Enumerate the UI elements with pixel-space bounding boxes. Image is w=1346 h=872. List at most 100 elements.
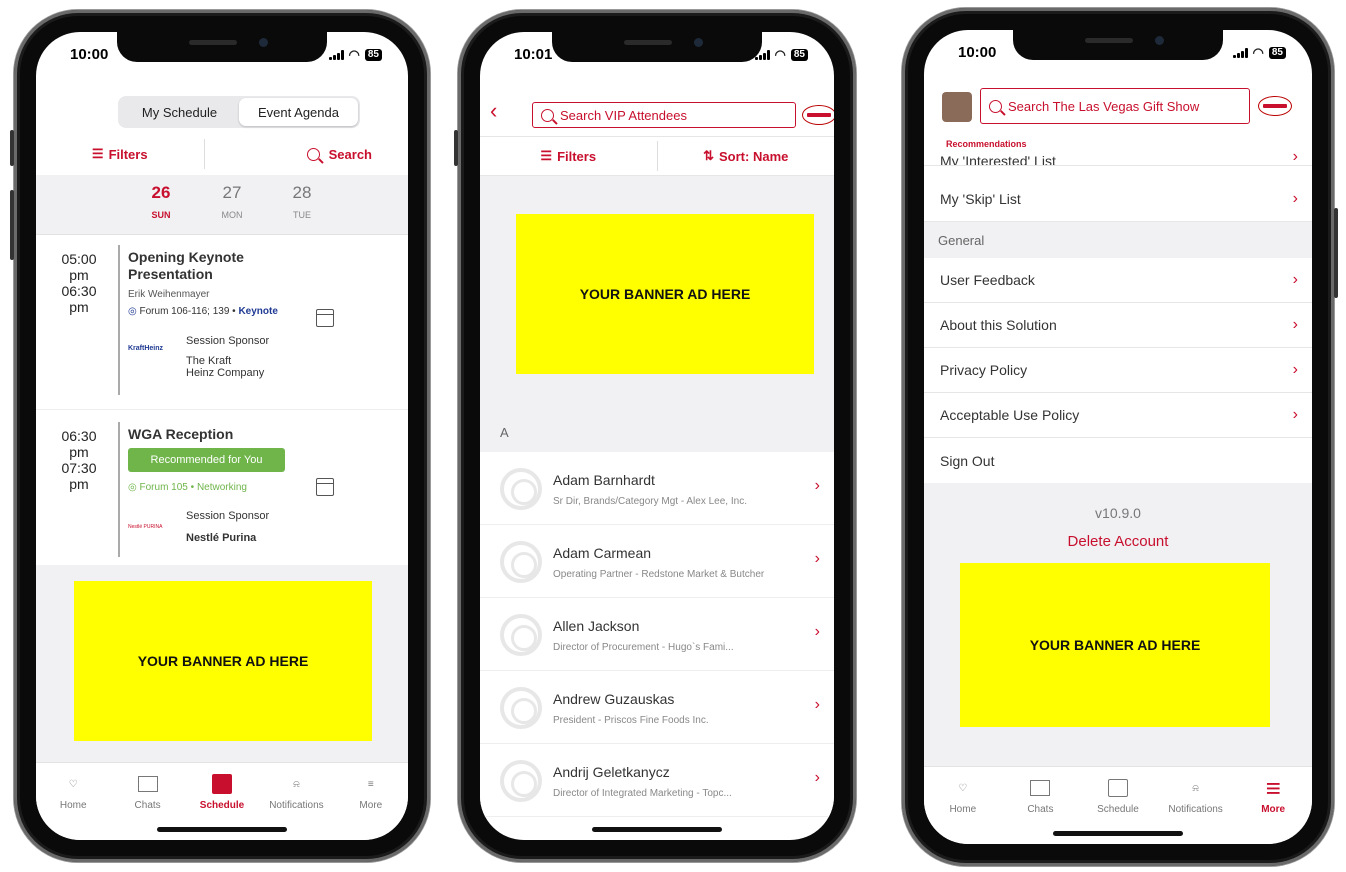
date-number: 27 xyxy=(222,183,242,202)
status-time: 10:01 xyxy=(514,46,553,63)
add-to-calendar-icon[interactable] xyxy=(316,478,334,496)
attendee-title: Sr Dir, Brands/Category Mgt - Alex Lee, … xyxy=(553,496,747,507)
vip-search-input[interactable]: Search VIP Attendees xyxy=(532,102,796,128)
chat-icon xyxy=(1028,777,1052,799)
general-section-header: General xyxy=(924,222,1312,258)
bell-icon: ⍾ xyxy=(1192,782,1199,794)
chevron-right-icon: › xyxy=(814,550,820,567)
recommended-badge: Recommended for You xyxy=(128,448,285,472)
screen: 10:01 ◠ 85 ‹ Search VIP Attendees ☰ Filt… xyxy=(480,32,834,840)
back-chevron-icon[interactable]: ‹ xyxy=(490,98,497,124)
screen: 10:00 ◠ 85 My Schedule Event Agenda ☰ Fi… xyxy=(36,32,408,840)
home-indicator xyxy=(1053,831,1183,836)
menu-icon: ≡ xyxy=(367,778,374,790)
banner-area: YOUR BANNER AD HERE xyxy=(36,565,408,765)
menu-item-privacy-policy[interactable]: Privacy Policy › xyxy=(924,348,1312,393)
location-pin-icon: ◎ xyxy=(128,306,137,317)
date-28[interactable]: 28 TUE xyxy=(282,183,322,220)
filters-button[interactable]: ☰ Filters xyxy=(480,148,657,164)
search-placeholder: Search VIP Attendees xyxy=(560,107,687,123)
date-day: MON xyxy=(221,210,243,220)
session-time: 05:00 pm 06:30 pm xyxy=(61,251,97,315)
banner-ad[interactable]: YOUR BANNER AD HERE xyxy=(516,214,814,374)
user-avatar[interactable] xyxy=(942,92,972,122)
interested-list-item[interactable]: My 'Interested' List xyxy=(940,153,1056,165)
app-version: v10.9.0 xyxy=(1095,505,1141,521)
session-title: WGA Reception xyxy=(128,426,234,442)
tab-more[interactable]: ≡ More xyxy=(1234,773,1312,844)
chevron-right-icon: › xyxy=(814,696,820,713)
search-button[interactable]: Search xyxy=(205,147,409,162)
chevron-right-icon: › xyxy=(1292,190,1298,207)
battery-icon: 85 xyxy=(790,49,808,61)
attendee-row[interactable]: Allen Jackson Director of Procurement - … xyxy=(480,598,834,671)
session-speaker: Erik Weihenmayer xyxy=(128,289,210,300)
home-indicator xyxy=(592,827,722,832)
handshake-icon: ♡ xyxy=(958,782,968,794)
schedule-segmented-control: My Schedule Event Agenda xyxy=(118,96,360,128)
attendee-row[interactable]: Adam Barnhardt Sr Dir, Brands/Category M… xyxy=(480,452,834,525)
nestle-purina-logo: Nestlé PURINA xyxy=(128,524,163,530)
session-location: ◎ Forum 105 • Networking xyxy=(128,482,247,493)
show-search-input[interactable]: Search The Las Vegas Gift Show xyxy=(980,88,1250,124)
status-time: 10:00 xyxy=(70,46,109,63)
location-pin-icon: ◎ xyxy=(128,482,137,493)
side-button xyxy=(10,130,14,166)
tab-home[interactable]: ♡ Home xyxy=(36,773,110,840)
menu-item-acceptable-use[interactable]: Acceptable Use Policy › xyxy=(924,393,1312,438)
session-card[interactable]: 05:00 pm 06:30 pm Opening Keynote Presentat… xyxy=(36,235,408,410)
tab-more[interactable]: ≡ More xyxy=(334,773,408,840)
filters-button[interactable]: ☰ Filters xyxy=(36,146,204,162)
date-26[interactable]: 26 SUN xyxy=(141,183,181,220)
filters-label: Filters xyxy=(108,146,148,162)
chevron-right-icon: › xyxy=(1292,361,1298,378)
date-27[interactable]: 27 MON xyxy=(212,183,252,220)
wifi-icon: ◠ xyxy=(774,47,786,62)
attendee-title: President - Priscos Fine Foods Inc. xyxy=(553,715,709,726)
avatar-placeholder-icon xyxy=(500,541,542,583)
segment-my-schedule[interactable]: My Schedule xyxy=(120,98,239,126)
sign-out-button[interactable]: Sign Out xyxy=(924,438,1312,483)
show-logo-icon xyxy=(802,105,834,125)
calendar-icon xyxy=(1106,777,1130,799)
calendar-icon xyxy=(210,773,234,795)
sponsor-name: Nestlé Purina xyxy=(186,532,257,544)
kraft-heinz-logo: KraftHeinz xyxy=(128,345,164,352)
search-label: Search xyxy=(328,146,372,162)
delete-account-button[interactable]: Delete Account xyxy=(924,533,1312,550)
sponsor-label: Session Sponsor xyxy=(186,510,270,522)
avatar-placeholder-icon xyxy=(500,614,542,656)
attendee-row[interactable]: Andrij Geletkanycz Director of Integrate… xyxy=(480,744,834,817)
date-selector: 26 SUN 27 MON 28 TUE xyxy=(36,175,408,235)
search-icon xyxy=(989,99,1002,113)
attendee-row[interactable]: Adam Carmean Operating Partner - Redston… xyxy=(480,525,834,598)
section-header-a: A xyxy=(480,412,834,452)
home-indicator xyxy=(157,827,287,832)
chevron-right-icon: › xyxy=(1292,271,1298,288)
side-button xyxy=(1334,208,1338,298)
menu-item-user-feedback[interactable]: User Feedback › xyxy=(924,258,1312,303)
menu-item-about[interactable]: About this Solution › xyxy=(924,303,1312,348)
banner-ad[interactable]: YOUR BANNER AD HERE xyxy=(960,563,1270,727)
attendee-name: Adam Carmean xyxy=(553,545,652,561)
wifi-icon: ◠ xyxy=(348,47,360,62)
signal-icon xyxy=(1232,48,1248,58)
attendee-row[interactable]: Andrew Guzauskas President - Priscos Fin… xyxy=(480,671,834,744)
chevron-right-icon: › xyxy=(1292,406,1298,423)
attendee-name: Andrij Geletkanycz xyxy=(553,764,670,780)
sponsor-name: The Kraft Heinz Company xyxy=(186,355,265,379)
sort-button[interactable]: ⇅ Sort: Name xyxy=(658,148,835,164)
tab-home[interactable]: ♡ Home xyxy=(924,777,1002,844)
phone-schedule: 10:00 ◠ 85 My Schedule Event Agenda ☰ Fi… xyxy=(10,10,430,862)
segment-event-agenda[interactable]: Event Agenda xyxy=(239,98,358,126)
status-time: 10:00 xyxy=(958,44,997,61)
add-to-calendar-icon[interactable] xyxy=(316,309,334,327)
date-day: TUE xyxy=(293,210,311,220)
attendee-title: Director of Integrated Marketing - Topc.… xyxy=(553,788,732,799)
chevron-right-icon: › xyxy=(1292,316,1298,333)
menu-item-skip-list[interactable]: My 'Skip' List › xyxy=(924,177,1312,222)
banner-area: YOUR BANNER AD HERE xyxy=(480,176,834,412)
search-icon xyxy=(306,147,320,161)
session-card[interactable]: 06:30 pm 07:30 pm WGA Reception Recommende… xyxy=(36,410,408,565)
banner-ad[interactable]: YOUR BANNER AD HERE xyxy=(74,581,372,741)
